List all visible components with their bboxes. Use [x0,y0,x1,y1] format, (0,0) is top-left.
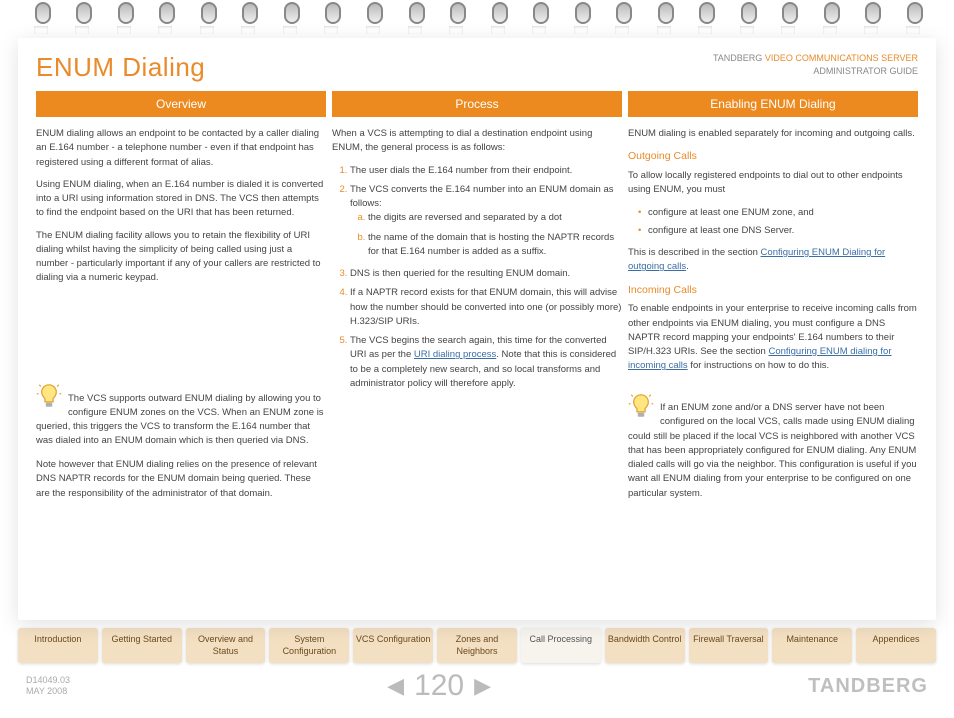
overview-tip-p1: The VCS supports outward ENUM dialing by… [36,392,326,449]
process-step1: The user dials the E.164 number from the… [350,164,622,178]
tab-zones-neighbors[interactable]: Zones and Neighbors [437,628,517,663]
overview-tip: The VCS supports outward ENUM dialing by… [36,372,326,510]
incoming-desc: To enable endpoints in your enterprise t… [628,302,918,373]
process-intro: When a VCS is attempting to dial a desti… [332,127,622,156]
process-step2a: the digits are reversed and separated by… [368,211,622,225]
enabling-header: Enabling ENUM Dialing [628,91,918,117]
outgoing-bullet2: configure at least one DNS Server. [638,224,918,238]
enabling-tip: If an ENUM zone and/or a DNS server have… [628,382,918,511]
process-step2b: the name of the domain that is hosting t… [368,231,622,260]
brand-logo: TANDBERG [808,675,928,698]
tab-system-config[interactable]: System Configuration [269,628,349,663]
tab-introduction[interactable]: Introduction [18,628,98,663]
page-title: ENUM Dialing [36,52,205,83]
incoming-heading: Incoming Calls [628,283,918,299]
column-process: Process When a VCS is attempting to dial… [332,91,622,510]
enabling-tip-text: If an ENUM zone and/or a DNS server have… [628,401,918,501]
tab-vcs-config[interactable]: VCS Configuration [353,628,433,663]
guide-text: ADMINISTRATOR GUIDE [813,66,918,76]
tab-bandwidth[interactable]: Bandwidth Control [605,628,685,663]
process-step5: The VCS begins the search again, this ti… [350,334,622,391]
outgoing-intro: To allow locally registered endpoints to… [628,169,918,198]
outgoing-desc: This is described in the section Configu… [628,246,918,275]
prev-page-arrow[interactable]: ◀ [387,673,404,699]
tab-call-processing[interactable]: Call Processing [521,628,601,663]
spiral-binding [0,0,954,38]
page-content: ENUM Dialing TANDBERG VIDEO COMMUNICATIO… [18,38,936,620]
process-header: Process [332,91,622,117]
lightbulb-icon [628,392,654,422]
process-step4: If a NAPTR record exists for that ENUM d… [350,286,622,329]
process-step3: DNS is then queried for the resulting EN… [350,267,622,281]
tab-maintenance[interactable]: Maintenance [772,628,852,663]
tab-appendices[interactable]: Appendices [856,628,936,663]
overview-p2: Using ENUM dialing, when an E.164 number… [36,178,326,221]
doc-id: D14049.03 MAY 2008 [26,675,70,698]
process-step2: The VCS converts the E.164 number into a… [350,183,622,259]
uri-dialing-link[interactable]: URI dialing process [414,349,496,360]
overview-header: Overview [36,91,326,117]
column-overview: Overview ENUM dialing allows an endpoint… [36,91,326,510]
pager: ◀ 120 ▶ [387,669,491,703]
overview-p1: ENUM dialing allows an endpoint to be co… [36,127,326,170]
page-number: 120 [414,669,464,703]
tab-overview-status[interactable]: Overview and Status [186,628,266,663]
footer: D14049.03 MAY 2008 ◀ 120 ▶ TANDBERG [0,665,954,709]
outgoing-heading: Outgoing Calls [628,149,918,165]
next-page-arrow[interactable]: ▶ [474,673,491,699]
enabling-intro: ENUM dialing is enabled separately for i… [628,127,918,141]
doc-meta: TANDBERG VIDEO COMMUNICATIONS SERVER ADM… [713,52,918,77]
product-text: VIDEO COMMUNICATIONS SERVER [765,53,918,63]
tab-getting-started[interactable]: Getting Started [102,628,182,663]
lightbulb-icon [36,382,62,412]
overview-p3: The ENUM dialing facility allows you to … [36,229,326,286]
column-enabling: Enabling ENUM Dialing ENUM dialing is en… [628,91,918,510]
overview-tip-p2: Note however that ENUM dialing relies on… [36,458,326,501]
outgoing-bullet1: configure at least one ENUM zone, and [638,206,918,220]
bottom-tabs: Introduction Getting Started Overview an… [18,628,936,663]
brand-text: TANDBERG [713,53,762,63]
tab-firewall[interactable]: Firewall Traversal [689,628,769,663]
